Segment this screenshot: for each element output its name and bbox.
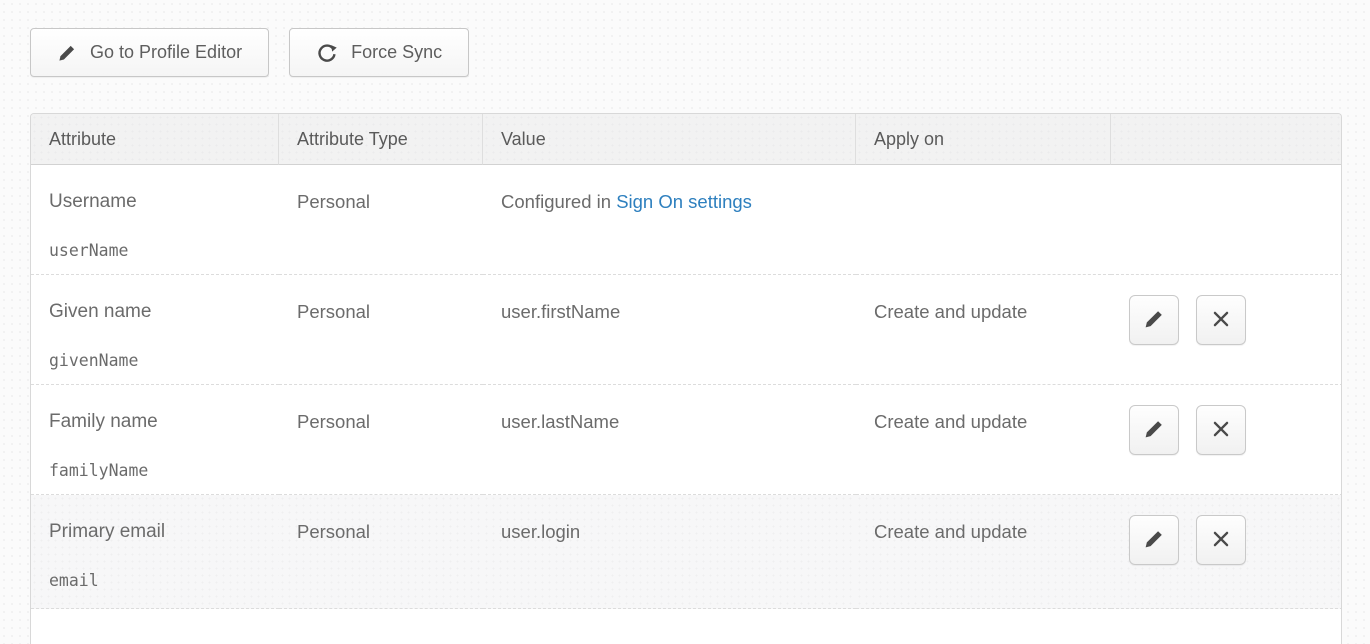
delete-attribute-button[interactable] [1196, 515, 1246, 565]
pencil-icon [57, 43, 77, 63]
apply-on-cell [856, 165, 1111, 275]
apply-on-cell: Create and update [856, 385, 1111, 495]
x-icon [1210, 418, 1232, 443]
actions-cell [1111, 275, 1342, 385]
empty-cell [31, 609, 1342, 644]
value-cell: user.lastName [483, 385, 856, 495]
column-header-apply-on: Apply on [856, 114, 1111, 165]
value-text: Configured in [501, 191, 616, 212]
attribute-variable-name: userName [49, 241, 269, 260]
attribute-mappings-table: Attribute Attribute Type Value Apply on … [30, 113, 1342, 644]
attribute-variable-name: familyName [49, 461, 269, 480]
x-icon [1210, 528, 1232, 553]
column-header-value: Value [483, 114, 856, 165]
table-row-partial [31, 609, 1342, 644]
attribute-display-name: Given name [49, 301, 269, 323]
attribute-type-cell: Personal [279, 275, 483, 385]
pencil-icon [1143, 308, 1165, 333]
table-row-family-name: Family name familyName Personal user.las… [31, 385, 1342, 495]
actions-cell [1111, 385, 1342, 495]
value-cell: Configured in Sign On settings [483, 165, 856, 275]
attribute-cell: Family name familyName [31, 385, 279, 495]
attribute-variable-name: givenName [49, 351, 269, 370]
pencil-icon [1143, 418, 1165, 443]
attribute-display-name: Primary email [49, 521, 269, 543]
actions-cell [1111, 165, 1342, 275]
attribute-type-cell: Personal [279, 495, 483, 609]
edit-attribute-button[interactable] [1129, 405, 1179, 455]
actions-cell [1111, 495, 1342, 609]
attribute-cell: Given name givenName [31, 275, 279, 385]
table-row-given-name: Given name givenName Personal user.first… [31, 275, 1342, 385]
table-header-row: Attribute Attribute Type Value Apply on [31, 114, 1342, 165]
table-row-username: Username userName Personal Configured in… [31, 165, 1342, 275]
go-to-profile-editor-button[interactable]: Go to Profile Editor [30, 28, 269, 77]
x-icon [1210, 308, 1232, 333]
toolbar: Go to Profile Editor Force Sync [0, 0, 1370, 77]
value-cell: user.firstName [483, 275, 856, 385]
apply-on-cell: Create and update [856, 495, 1111, 609]
attribute-display-name: Username [49, 191, 269, 213]
column-header-attribute: Attribute [31, 114, 279, 165]
apply-on-cell: Create and update [856, 275, 1111, 385]
attribute-type-cell: Personal [279, 385, 483, 495]
column-header-actions [1111, 114, 1342, 165]
delete-attribute-button[interactable] [1196, 295, 1246, 345]
attribute-cell: Username userName [31, 165, 279, 275]
pencil-icon [1143, 528, 1165, 553]
refresh-icon [316, 42, 338, 64]
sign-on-settings-link[interactable]: Sign On settings [616, 191, 752, 212]
table-row-primary-email: Primary email email Personal user.login … [31, 495, 1342, 609]
column-header-attribute-type: Attribute Type [279, 114, 483, 165]
value-cell: user.login [483, 495, 856, 609]
attribute-mappings-page: Go to Profile Editor Force Sync Attribut… [0, 0, 1370, 644]
force-sync-button[interactable]: Force Sync [289, 28, 469, 77]
attribute-type-cell: Personal [279, 165, 483, 275]
go-to-profile-editor-label: Go to Profile Editor [90, 42, 242, 63]
force-sync-label: Force Sync [351, 42, 442, 63]
attribute-display-name: Family name [49, 411, 269, 433]
edit-attribute-button[interactable] [1129, 515, 1179, 565]
edit-attribute-button[interactable] [1129, 295, 1179, 345]
attribute-variable-name: email [49, 571, 269, 590]
attribute-cell: Primary email email [31, 495, 279, 609]
delete-attribute-button[interactable] [1196, 405, 1246, 455]
